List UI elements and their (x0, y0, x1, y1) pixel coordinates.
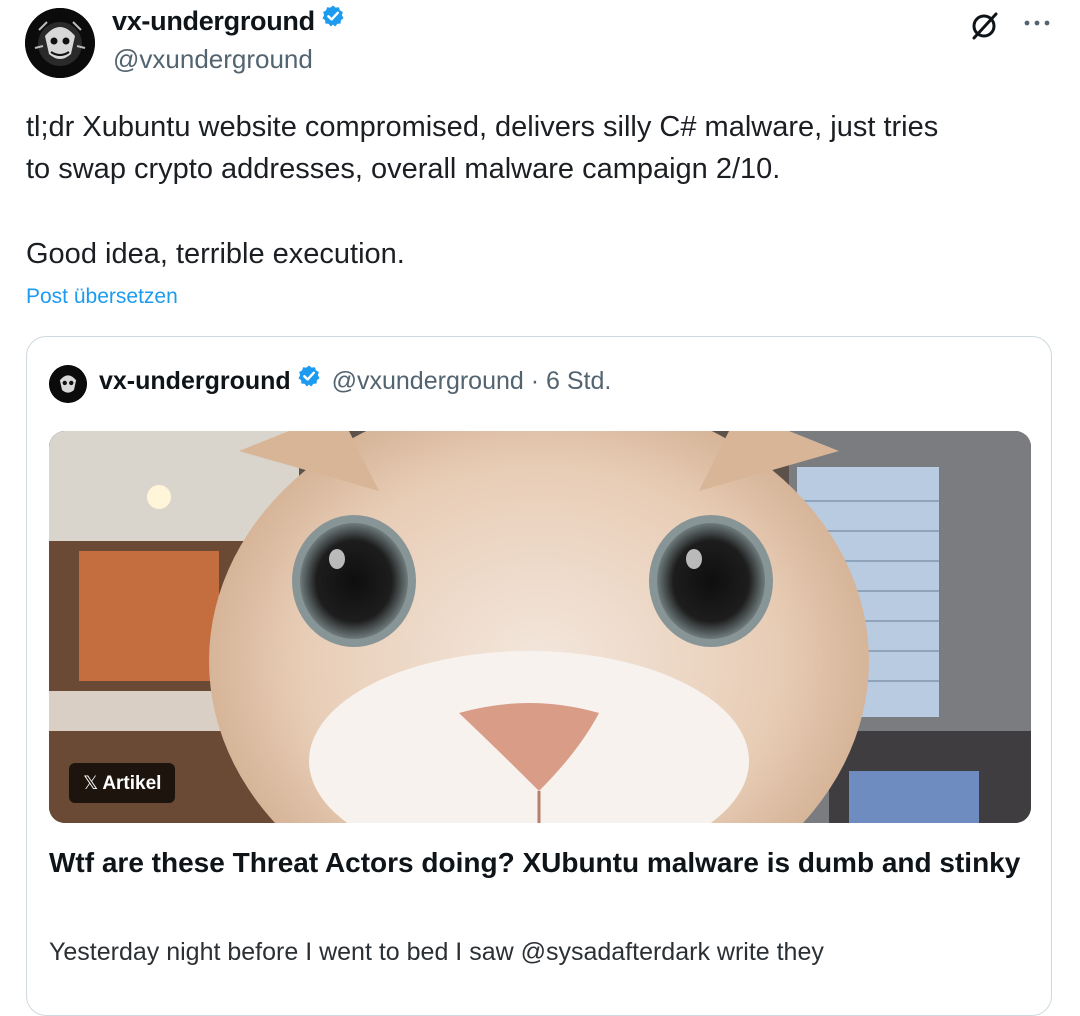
author-name-text[interactable]: vx-underground (112, 6, 315, 36)
more-options-icon[interactable] (1020, 14, 1054, 32)
quoted-post-meta: vx-underground @vxunderground · 6 Std. (99, 364, 611, 398)
article-title[interactable]: Wtf are these Threat Actors doing? XUbun… (49, 845, 1029, 881)
author-avatar[interactable] (25, 8, 95, 78)
x-logo-icon: 𝕏 (83, 772, 99, 794)
article-cover-image[interactable]: 𝕏 Artikel (49, 431, 1031, 823)
post: vx-underground @vxunderground tl;dr Xubu… (0, 0, 1080, 1016)
quoted-verified-badge-icon (297, 364, 321, 395)
translate-post-link[interactable]: Post übersetzen (26, 285, 178, 309)
quoted-author-avatar[interactable] (49, 365, 87, 403)
quoted-timestamp[interactable]: 6 Std. (546, 367, 611, 395)
verified-badge-icon (321, 4, 345, 35)
article-badge: 𝕏 Artikel (69, 763, 176, 803)
author-handle[interactable]: @vxunderground (113, 44, 313, 75)
quoted-post-card[interactable]: vx-underground @vxunderground · 6 Std. 𝕏… (26, 336, 1052, 1016)
post-text-line-1: tl;dr Xubuntu website compromised, deliv… (26, 111, 939, 143)
quoted-author-handle[interactable]: @vxunderground (332, 367, 524, 395)
grok-icon[interactable] (966, 8, 1002, 44)
post-text-paragraph-2: Good idea, terrible execution. (26, 238, 405, 270)
quoted-author-name[interactable]: vx-underground (99, 367, 291, 395)
author-name[interactable]: vx-underground (112, 4, 345, 38)
article-badge-label: Artikel (102, 773, 162, 794)
article-excerpt: Yesterday night before I went to bed I s… (49, 938, 824, 966)
quoted-separator: · (523, 367, 547, 396)
post-text: tl;dr Xubuntu website compromised, deliv… (26, 106, 1066, 275)
post-text-line-2: to swap crypto addresses, overall malwar… (26, 153, 781, 185)
